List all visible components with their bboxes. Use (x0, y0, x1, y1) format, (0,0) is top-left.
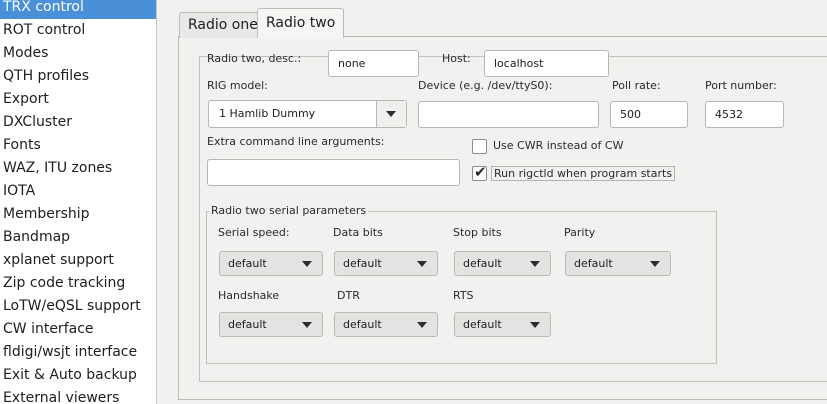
dtr-value: default (343, 318, 382, 331)
host-input[interactable]: localhost (484, 50, 609, 77)
device-input[interactable] (418, 101, 599, 128)
sidebar-item-cw-interface[interactable]: CW interface (0, 318, 156, 341)
rts-value: default (463, 318, 502, 331)
sidebar-item-lotw-eqsl-support[interactable]: LoTW/eQSL support (0, 295, 156, 318)
rig-model-value: 1 Hamlib Dummy (219, 107, 316, 120)
rts-label: RTS (453, 289, 474, 302)
chevron-down-icon (417, 322, 427, 328)
handshake-label: Handshake (218, 289, 280, 302)
chevron-down-icon (417, 261, 427, 267)
chevron-down-icon (650, 261, 660, 267)
chevron-down-icon (302, 322, 312, 328)
sidebar-item-iota[interactable]: IOTA (0, 180, 156, 203)
chevron-down-icon (302, 261, 312, 267)
sidebar-item-zip-code-tracking[interactable]: Zip code tracking (0, 272, 156, 295)
dtr-select[interactable]: default (334, 312, 438, 337)
device-label: Device (e.g. /dev/ttyS0): (418, 79, 553, 92)
run-rigctld-label: Run rigctld when program starts (491, 166, 676, 181)
dtr-label: DTR (337, 289, 360, 302)
sidebar-item-fldigi-wsjt-interface[interactable]: fldigi/wsjt interface (0, 341, 156, 364)
sidebar-list: TRX control ROT control Modes QTH profil… (0, 0, 156, 404)
rig-model-label: RIG model: (207, 79, 268, 92)
sidebar-item-waz-itu-zones[interactable]: WAZ, ITU zones (0, 157, 156, 180)
serial-params-legend: Radio two serial parameters (209, 204, 369, 217)
tab-radio-two[interactable]: Radio two (257, 8, 345, 38)
sidebar-item-trx-control[interactable]: TRX control (0, 0, 156, 19)
stop-bits-label: Stop bits (453, 226, 502, 239)
handshake-select[interactable]: default (219, 312, 323, 337)
sidebar-item-xplanet-support[interactable]: xplanet support (0, 249, 156, 272)
parity-value: default (574, 257, 613, 270)
sidebar-item-bandmap[interactable]: Bandmap (0, 226, 156, 249)
serial-speed-select[interactable]: default (219, 251, 323, 276)
port-number-input[interactable]: 4532 (705, 101, 784, 128)
sidebar-item-modes[interactable]: Modes (0, 42, 156, 65)
port-number-label: Port number: (705, 79, 777, 92)
chevron-down-icon (386, 111, 396, 117)
host-label: Host: (442, 52, 471, 65)
parity-select[interactable]: default (565, 251, 671, 276)
sidebar-item-export[interactable]: Export (0, 88, 156, 111)
sidebar-item-qth-profiles[interactable]: QTH profiles (0, 65, 156, 88)
handshake-value: default (228, 318, 267, 331)
chevron-down-icon (530, 322, 540, 328)
sidebar-item-external-viewers[interactable]: External viewers (0, 387, 156, 404)
tab-radio-one[interactable]: Radio one (179, 12, 267, 38)
settings-sidebar: TRX control ROT control Modes QTH profil… (0, 0, 157, 404)
serial-speed-label: Serial speed: (218, 226, 290, 239)
radio-desc-input[interactable]: none (328, 50, 419, 77)
poll-rate-label: Poll rate: (612, 79, 661, 92)
sidebar-item-fonts[interactable]: Fonts (0, 134, 156, 157)
extra-args-input[interactable] (207, 159, 460, 186)
rig-model-select[interactable]: 1 Hamlib Dummy (208, 100, 407, 128)
run-rigctld-checkbox[interactable]: ✔ (472, 163, 487, 181)
rts-select[interactable]: default (454, 312, 551, 337)
sidebar-item-dxcluster[interactable]: DXCluster (0, 111, 156, 134)
rig-model-dropdown-button[interactable] (376, 101, 406, 127)
data-bits-label: Data bits (333, 226, 383, 239)
chevron-down-icon (530, 261, 540, 267)
data-bits-select[interactable]: default (334, 251, 438, 276)
radio-desc-label: Radio two, desc.: (207, 52, 302, 65)
stop-bits-select[interactable]: default (454, 251, 551, 276)
sidebar-item-rot-control[interactable]: ROT control (0, 19, 156, 42)
poll-rate-input[interactable]: 500 (610, 101, 688, 128)
sidebar-item-membership[interactable]: Membership (0, 203, 156, 226)
stop-bits-value: default (463, 257, 502, 270)
serial-speed-value: default (228, 257, 267, 270)
extra-args-label: Extra command line arguments: (207, 135, 385, 148)
parity-label: Parity (564, 226, 596, 239)
data-bits-value: default (343, 257, 382, 270)
use-cwr-checkbox[interactable] (472, 139, 487, 154)
use-cwr-label: Use CWR instead of CW (493, 139, 624, 152)
check-icon: ✔ (474, 163, 487, 181)
sidebar-item-exit-auto-backup[interactable]: Exit & Auto backup (0, 364, 156, 387)
